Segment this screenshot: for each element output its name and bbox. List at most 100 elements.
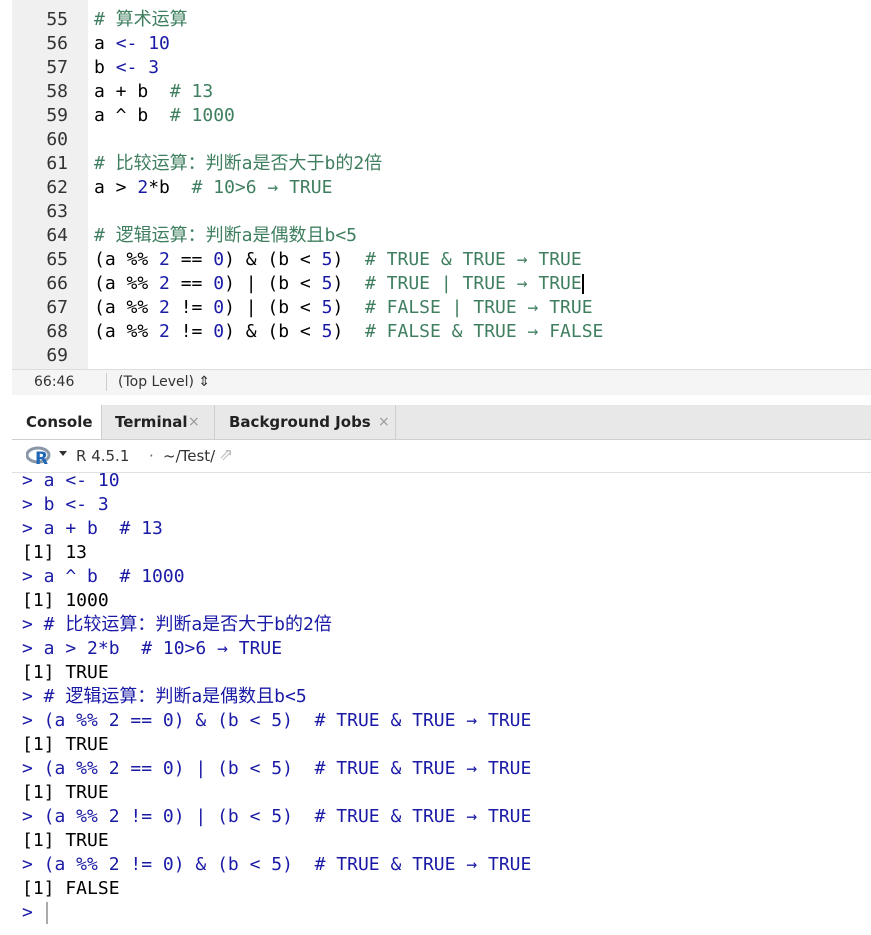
line-number: 65	[46, 249, 68, 270]
code-token: 2	[137, 177, 149, 198]
editor-line[interactable]: 64 # 逻辑运算：判断a是偶数且b<5	[0, 224, 871, 248]
line-number: 62	[46, 177, 68, 198]
editor-line[interactable]: 63	[0, 200, 871, 224]
code-token: # FALSE | TRUE → TRUE	[364, 297, 593, 318]
console-input-line: > # 比较运算：判断a是否大于b的2倍	[22, 614, 332, 635]
console-input-line: > (a %% 2 == 0) | (b < 5) # TRUE & TRUE …	[22, 758, 532, 779]
code-token: ==	[169, 273, 214, 294]
code-text: (a %% 2 != 0) | (b < 5) # FALSE | TRUE →…	[94, 296, 593, 320]
editor-line[interactable]: 69	[0, 344, 871, 368]
line-number: 66	[46, 273, 68, 294]
code-token: ) & (b <	[224, 249, 322, 270]
chevron-down-icon[interactable]	[59, 451, 67, 456]
code-text: b <- 3	[94, 56, 159, 80]
tab-background-jobs[interactable]: Background Jobs ×	[215, 405, 395, 439]
code-token: (a %%	[94, 321, 160, 342]
editor-line[interactable]: 58 a + b # 13	[0, 80, 871, 104]
code-text: a ^ b # 1000	[94, 104, 235, 128]
editor-line[interactable]: 67 (a %% 2 != 0) | (b < 5) # FALSE | TRUE…	[0, 296, 871, 320]
statusbar-divider	[106, 373, 107, 391]
code-token: # 比较运算：判断a是否大于b的2倍	[94, 153, 383, 174]
code-token: !=	[169, 321, 214, 342]
console-output-line: [1] TRUE	[22, 830, 109, 851]
editor-line[interactable]: 55 # 算术运算	[0, 8, 871, 32]
code-token: # 13	[169, 81, 214, 102]
r-logo-icon[interactable]: R	[26, 446, 52, 466]
line-number: 56	[46, 33, 68, 54]
console-output[interactable]: > a <- 10 > b <- 3 > a + b # 13 [1] 13 > a ^…	[0, 470, 871, 935]
editor-line[interactable]: 61 # 比较运算：判断a是否大于b的2倍	[0, 152, 871, 176]
console-header: R R 4.5.1 · ~/Test/ ⇗	[12, 440, 871, 473]
header-separator: ·	[149, 447, 154, 465]
code-text: # 比较运算：判断a是否大于b的2倍	[94, 152, 382, 176]
code-token: <-	[115, 33, 149, 54]
cursor-position: 66:46	[34, 374, 75, 390]
code-token: # TRUE & TRUE → TRUE	[364, 249, 582, 270]
svg-text:R: R	[35, 449, 48, 466]
line-number: 58	[46, 81, 68, 102]
tab-console-label: Console	[26, 413, 93, 431]
editor-line[interactable]: 68 (a %% 2 != 0) & (b < 5) # FALSE & TRUE…	[0, 320, 871, 344]
code-token: 3	[148, 57, 160, 78]
close-icon[interactable]: ×	[188, 405, 200, 439]
editor-line[interactable]: 56 a <- 10	[0, 32, 871, 56]
code-token: 10	[148, 33, 170, 54]
tab-background-jobs-label: Background Jobs	[229, 413, 371, 431]
console-input-line: >	[22, 902, 33, 923]
working-directory: ~/Test/	[163, 447, 216, 465]
code-token: (a %%	[94, 249, 160, 270]
code-token: ) & (b <	[224, 321, 322, 342]
code-text: a > 2*b # 10>6 → TRUE	[94, 176, 332, 200]
editor-line[interactable]: 66 (a %% 2 == 0) | (b < 5) # TRUE | TRUE …	[0, 272, 871, 296]
editor-line[interactable]: 59 a ^ b # 1000	[0, 104, 871, 128]
text-cursor	[581, 274, 584, 294]
editor-line[interactable]: 60	[0, 128, 871, 152]
scope-selector[interactable]: (Top Level) ⇕	[118, 374, 210, 390]
code-token: # TRUE | TRUE → TRUE	[364, 273, 582, 294]
code-text: a <- 10	[94, 32, 170, 56]
tab-terminal[interactable]: Terminal ×	[102, 405, 214, 439]
line-number: 69	[46, 345, 68, 366]
code-token: 0	[213, 297, 225, 318]
source-editor[interactable]: 55 # 算术运算 56 a <- 10 57 b <- 3 58 a + b # 13 59 a…	[0, 0, 871, 369]
line-number: 64	[46, 225, 68, 246]
code-token: (a %%	[94, 297, 160, 318]
code-token: 2	[159, 249, 170, 270]
code-token: 5	[321, 249, 333, 270]
console-tabbar: Console Terminal × Background Jobs ×	[12, 405, 871, 440]
code-token: <-	[115, 57, 149, 78]
console-input-line: > (a %% 2 == 0) & (b < 5) # TRUE & TRUE …	[22, 710, 532, 731]
code-token: 0	[213, 321, 225, 342]
code-token: )	[332, 321, 365, 342]
console-output-line: [1] 1000	[22, 590, 109, 611]
go-to-directory-icon[interactable]: ⇗	[219, 445, 233, 465]
pane-splitter[interactable]	[0, 395, 871, 405]
code-token: # 10>6 → TRUE	[191, 177, 333, 198]
code-text: (a %% 2 != 0) & (b < 5) # FALSE & TRUE →…	[94, 320, 603, 344]
console-cursor	[46, 902, 48, 924]
code-token: 0	[213, 249, 225, 270]
code-text: (a %% 2 == 0) & (b < 5) # TRUE & TRUE → …	[94, 248, 582, 272]
editor-line[interactable]: 62 a > 2*b # 10>6 → TRUE	[0, 176, 871, 200]
line-number: 59	[46, 105, 68, 126]
editor-line[interactable]: 57 b <- 3	[0, 56, 871, 80]
code-token: (a %%	[94, 273, 160, 294]
line-number: 60	[46, 129, 68, 150]
line-number: 67	[46, 297, 68, 318]
editor-line[interactable]: 65 (a %% 2 == 0) & (b < 5) # TRUE & TRUE …	[0, 248, 871, 272]
r-version: R 4.5.1	[76, 447, 130, 465]
code-token: 5	[321, 321, 333, 342]
code-token: 2	[159, 297, 170, 318]
code-token: a ^ b	[94, 105, 170, 126]
code-text: # 逻辑运算：判断a是偶数且b<5	[94, 224, 357, 248]
editor-statusbar: 66:46 (Top Level) ⇕	[12, 369, 871, 396]
code-token: 0	[213, 273, 225, 294]
code-token: a + b	[94, 81, 170, 102]
line-number: 63	[46, 201, 68, 222]
close-icon[interactable]: ×	[378, 405, 390, 439]
code-token: )	[332, 249, 365, 270]
code-text: # 算术运算	[94, 8, 188, 32]
tab-console[interactable]: Console	[12, 405, 102, 439]
tab-terminal-label: Terminal	[115, 413, 188, 431]
code-text: a + b # 13	[94, 80, 213, 104]
